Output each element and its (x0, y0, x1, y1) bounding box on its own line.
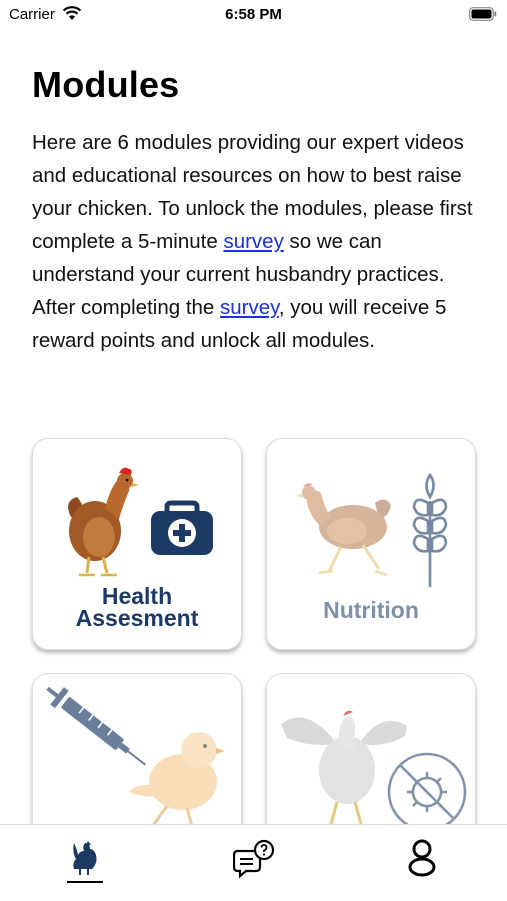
module-title-line: Assesment (75, 605, 199, 631)
rooster-icon (73, 841, 97, 875)
chat-question-icon (233, 839, 275, 879)
profile-icon (408, 839, 436, 877)
tab-modules[interactable] (0, 825, 169, 901)
intro-text: Here are 6 modules providing our expert … (32, 126, 482, 357)
status-bar: Carrier 6:58 PM (0, 0, 507, 30)
tab-profile[interactable] (338, 825, 507, 901)
tab-bar (0, 824, 507, 901)
survey-link[interactable]: survey (223, 230, 283, 253)
active-tab-indicator (67, 881, 103, 883)
module-card-nutrition[interactable]: Nutrition (266, 438, 476, 650)
tab-questions[interactable] (169, 825, 338, 901)
survey-link[interactable]: survey (220, 296, 279, 319)
module-title: Nutrition (323, 597, 419, 623)
module-card-health-assessment[interactable]: Health Assesment (32, 438, 242, 650)
page-title: Modules (32, 64, 180, 105)
battery-icon (469, 7, 497, 21)
clock: 6:58 PM (225, 6, 282, 23)
